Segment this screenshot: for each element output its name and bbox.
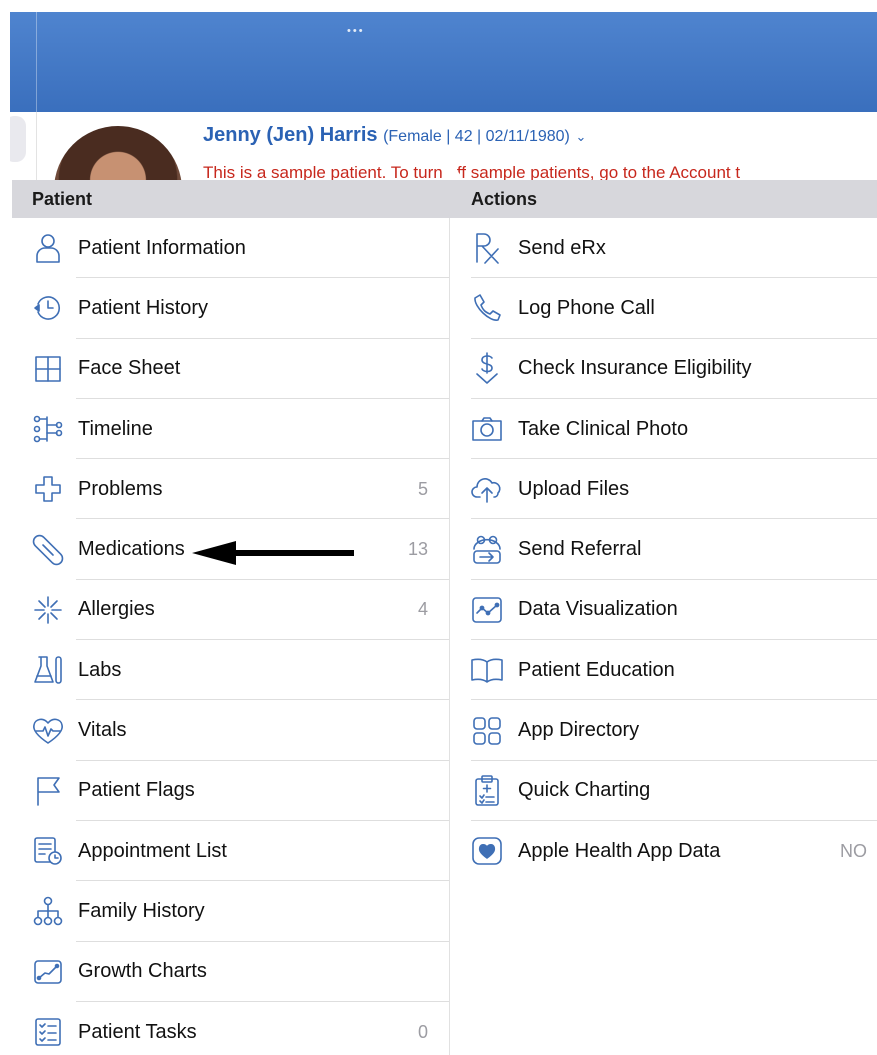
menu-item-patient-education[interactable]: Patient Education (450, 640, 877, 701)
allergy-burst-icon (31, 593, 65, 627)
annotation-arrow-icon (192, 541, 354, 565)
menu-item-send-erx[interactable]: Send eRx (450, 218, 877, 279)
menu-item-label: Apple Health App Data (518, 839, 721, 862)
medical-cross-icon (31, 472, 65, 506)
timeline-icon (31, 412, 65, 446)
menu-item-check-insurance-eligibility[interactable]: Check Insurance Eligibility (450, 339, 877, 399)
menu-item-patient-flags[interactable]: Patient Flags (12, 761, 449, 821)
menu-item-label: Face Sheet (78, 357, 181, 380)
menu-item-patient-tasks[interactable]: Patient Tasks 0 (12, 1002, 449, 1055)
split-divider (36, 112, 37, 182)
patient-demographics: (Female | 42 | 02/11/1980) (383, 128, 570, 145)
patient-name-button[interactable]: Jenny (Jen) Harris (Female | 42 | 02/11/… (203, 124, 586, 147)
referral-icon (470, 533, 504, 567)
menu-item-take-clinical-photo[interactable]: Take Clinical Photo (450, 399, 877, 460)
menu-item-label: Allergies (78, 598, 155, 621)
dollar-check-icon (470, 351, 504, 386)
menu-item-patient-history[interactable]: Patient History (12, 278, 449, 339)
top-app-bar: ••• (10, 12, 877, 112)
lab-flask-icon (31, 653, 65, 687)
menu-item-label: App Directory (518, 719, 640, 742)
menu-item-label: Timeline (78, 417, 153, 440)
menu-item-label: Family History (78, 899, 205, 922)
flag-icon (31, 774, 65, 808)
menu-item-log-phone-call[interactable]: Log Phone Call (450, 278, 877, 339)
section-header-patient: Patient (12, 180, 450, 218)
menu-item-label: Problems (78, 477, 163, 500)
menu-item-label: Patient Education (518, 658, 675, 681)
menu-item-label: Data Visualization (518, 598, 678, 621)
person-icon (31, 231, 65, 265)
rx-icon (470, 231, 504, 265)
heart-pulse-icon (31, 714, 65, 748)
menu-item-label: Patient History (78, 296, 209, 319)
menu-item-label: Patient Tasks (78, 1020, 197, 1043)
growth-chart-icon (31, 955, 65, 989)
menu-item-apple-health-app-data[interactable]: Apple Health App Data NO (450, 821, 877, 881)
menu-item-face-sheet[interactable]: Face Sheet (12, 339, 449, 399)
menu-item-problems[interactable]: Problems 5 (12, 459, 449, 520)
menu-item-label: Quick Charting (518, 779, 651, 802)
menu-item-timeline[interactable]: Timeline (12, 399, 449, 460)
menu-item-label: Patient Flags (78, 779, 195, 802)
menu-item-label: Appointment List (78, 839, 227, 862)
sidebar-search-field[interactable] (10, 116, 26, 162)
cloud-upload-icon (470, 472, 504, 506)
menu-item-label: Check Insurance Eligibility (518, 357, 752, 380)
menu-item-count: 5 (417, 478, 428, 499)
menu-item-label: Growth Charts (78, 960, 207, 983)
multitasking-dots[interactable]: ••• (347, 25, 365, 37)
menu-item-family-history[interactable]: Family History (12, 881, 449, 942)
menu-item-patient-information[interactable]: Patient Information (12, 218, 449, 279)
grid-icon (31, 352, 65, 386)
avatar[interactable] (54, 126, 182, 182)
book-icon (470, 653, 504, 687)
menu-item-growth-charts[interactable]: Growth Charts (12, 942, 449, 1002)
chevron-down-icon: ⌄ (575, 129, 587, 144)
family-tree-icon (31, 894, 65, 928)
menu-item-label: Labs (78, 658, 122, 681)
appointment-list-icon (31, 834, 65, 868)
patient-name: Jenny (Jen) Harris (203, 124, 378, 146)
menu-item-label: Upload Files (518, 477, 630, 500)
section-header-actions: Actions (450, 180, 877, 218)
menu-item-quick-charting[interactable]: Quick Charting (450, 761, 877, 821)
history-clock-icon (31, 291, 65, 325)
camera-icon (470, 412, 504, 446)
menu-item-label: Vitals (78, 719, 127, 742)
app-grid-icon (470, 714, 504, 748)
actions-menu-list: Send eRx Log Phone Call Check Insurance … (450, 218, 877, 881)
patient-menu-list: Patient Information Patient History Face… (12, 218, 449, 1055)
menu-item-app-directory[interactable]: App Directory (450, 700, 877, 761)
menu-item-vitals[interactable]: Vitals (12, 700, 449, 761)
menu-item-appointment-list[interactable]: Appointment List (12, 821, 449, 882)
menu-item-data-visualization[interactable]: Data Visualization (450, 580, 877, 641)
split-divider (36, 12, 37, 112)
popover-arrow (440, 163, 464, 180)
menu-item-label: Send Referral (518, 538, 642, 561)
menu-item-count: 0 (417, 1021, 428, 1042)
menu-item-label: Patient Information (78, 236, 246, 259)
menu-item-count: 13 (407, 539, 428, 560)
data-chart-icon (470, 593, 504, 627)
menu-item-label: Send eRx (518, 236, 606, 259)
menu-item-allergies[interactable]: Allergies 4 (12, 580, 449, 641)
pill-icon (31, 533, 65, 567)
menu-item-labs[interactable]: Labs (12, 640, 449, 701)
menu-item-send-referral[interactable]: Send Referral (450, 519, 877, 580)
phone-icon (470, 291, 504, 325)
menu-item-upload-files[interactable]: Upload Files (450, 459, 877, 520)
menu-item-status: NO (840, 840, 867, 861)
menu-item-count: 4 (417, 599, 428, 620)
menu-item-label: Log Phone Call (518, 296, 655, 319)
apple-health-heart-icon (470, 834, 504, 868)
clipboard-icon (470, 774, 504, 808)
menu-item-label: Medications (78, 538, 185, 561)
patient-menu-popover: Patient Actions Patient Information Pati… (12, 180, 877, 1055)
menu-item-label: Take Clinical Photo (518, 417, 689, 440)
task-checklist-icon (31, 1015, 65, 1049)
